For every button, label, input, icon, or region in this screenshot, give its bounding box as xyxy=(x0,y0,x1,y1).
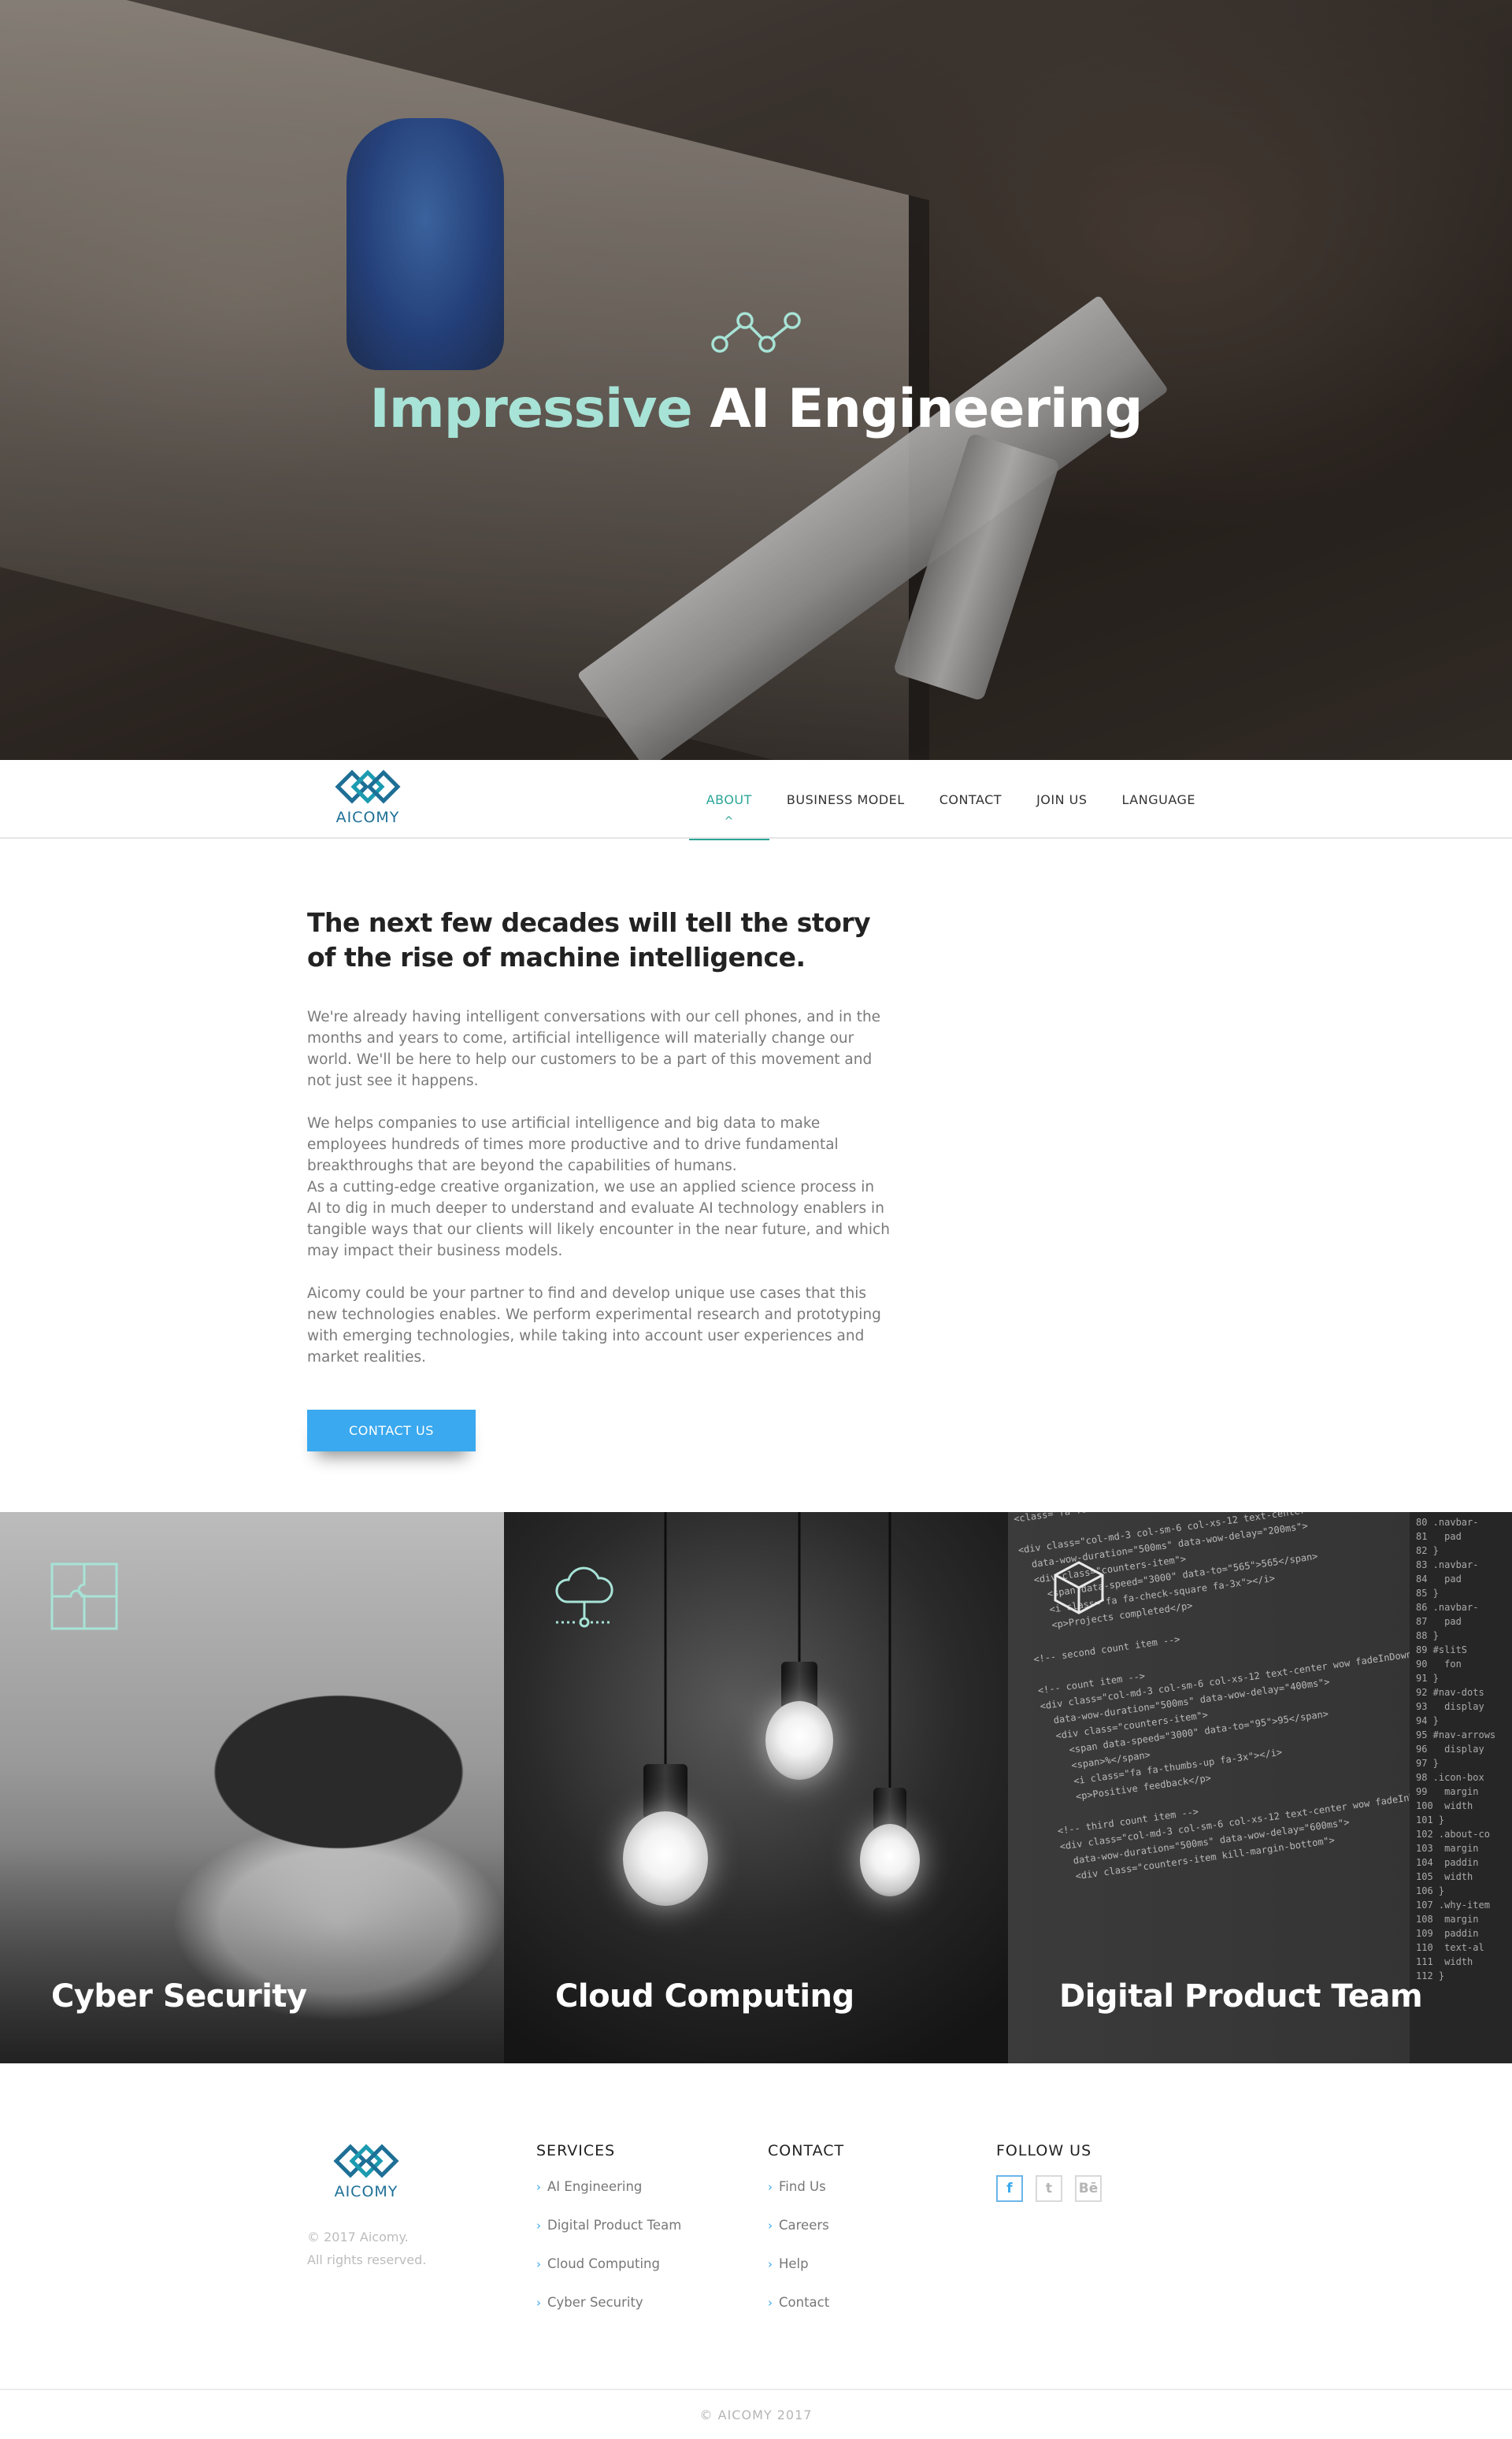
nav-item-label: CONTACT xyxy=(939,791,1002,807)
brand-logo[interactable]: AICOMY xyxy=(335,766,401,826)
footer-column-heading: SERVICES xyxy=(536,2142,616,2159)
footer-link-label: Cyber Security xyxy=(547,2295,643,2310)
footer-copyright: © 2017 Aicomy. All rights reserved. xyxy=(307,2226,426,2271)
behance-icon[interactable]: Bē xyxy=(1075,2175,1102,2202)
service-title: Digital Product Team xyxy=(1059,1978,1423,2015)
footer-link-label: Contact xyxy=(779,2295,830,2310)
facebook-icon[interactable]: f xyxy=(996,2175,1023,2202)
cube-icon xyxy=(1054,1561,1104,1614)
social-links: f t Bē xyxy=(996,2175,1102,2202)
footer-link-ai-engineering[interactable]: › AI Engineering xyxy=(536,2175,681,2214)
nav-item-label: JOIN US xyxy=(1036,791,1088,807)
about-heading: The next few decades will tell the story… xyxy=(307,907,871,973)
hero-title: Impressive AI Engineering xyxy=(0,378,1512,440)
brand-name: AICOMY xyxy=(334,2183,398,2200)
about-section: The next few decades will tell the story… xyxy=(307,906,890,1451)
footer-link-label: Help xyxy=(779,2256,809,2271)
brand-name: AICOMY xyxy=(335,809,400,826)
hero-title-accent: Impressive xyxy=(369,378,693,440)
footer-link-contact[interactable]: › Contact xyxy=(768,2291,844,2330)
logo-mark-icon xyxy=(335,769,401,804)
main-navigation: AICOMY ABOUT ^ BUSINESS MODEL CONTACT JO… xyxy=(0,760,1512,840)
contact-us-button[interactable]: CONTACT US xyxy=(307,1410,476,1451)
puzzle-icon xyxy=(50,1562,118,1630)
hero-banner: Impressive AI Engineering xyxy=(0,0,1512,760)
light-bulb xyxy=(858,1512,921,1937)
nav-item-business-model[interactable]: BUSINESS MODEL xyxy=(769,760,922,839)
site-footer: AICOMY © 2017 Aicomy. All rights reserve… xyxy=(0,2063,1512,2439)
nav-item-contact[interactable]: CONTACT xyxy=(922,760,1019,839)
nav-menu: ABOUT ^ BUSINESS MODEL CONTACT JOIN US L… xyxy=(688,760,1213,840)
nav-item-language[interactable]: LANGUAGE xyxy=(1105,760,1213,839)
footer-services-column: SERVICES › AI Engineering › Digital Produc… xyxy=(536,2142,681,2330)
chevron-right-icon: › xyxy=(768,2218,773,2233)
footer-column-heading: FOLLOW US xyxy=(996,2142,1092,2159)
light-bulb xyxy=(622,1512,709,1922)
copyright-line: All rights reserved. xyxy=(307,2252,427,2267)
about-paragraph: We helps companies to use artificial int… xyxy=(307,1115,839,1174)
footer-bottom-bar: © AICOMY 2017 xyxy=(0,2389,1512,2439)
chevron-right-icon: › xyxy=(768,2257,773,2271)
service-title: Cyber Security xyxy=(51,1978,307,2015)
nav-item-label: BUSINESS MODEL xyxy=(786,791,905,807)
about-paragraph: As a cutting-edge creative organization,… xyxy=(307,1179,890,1259)
service-tile-cloud-computing[interactable]: Cloud Computing xyxy=(504,1512,1008,2063)
footer-contact-column: CONTACT › Find Us › Careers › Help › Contact xyxy=(768,2142,844,2330)
nav-item-about[interactable]: ABOUT ^ xyxy=(688,760,770,840)
footer-link-label: Cloud Computing xyxy=(547,2256,660,2271)
chevron-right-icon: › xyxy=(536,2257,541,2271)
service-title: Cloud Computing xyxy=(555,1978,854,2015)
service-tile-digital-product-team[interactable]: <class="fa fa-heart-o"></i>Happy Clients… xyxy=(1008,1512,1512,2063)
network-nodes-icon xyxy=(711,312,801,353)
nav-item-label: LANGUAGE xyxy=(1121,791,1195,807)
nav-item-label: ABOUT xyxy=(706,791,752,807)
footer-link-digital-product-team[interactable]: › Digital Product Team xyxy=(536,2214,681,2252)
footer-follow-column: FOLLOW US f t Bē xyxy=(996,2142,1102,2202)
logo-mark-icon xyxy=(333,2144,399,2178)
chevron-right-icon: › xyxy=(536,2180,541,2194)
chevron-right-icon: › xyxy=(536,2218,541,2233)
about-paragraph: Aicomy could be your partner to find and… xyxy=(307,1285,881,1366)
footer-link-label: Find Us xyxy=(779,2179,826,2194)
footer-brand-logo[interactable]: AICOMY xyxy=(333,2141,399,2200)
footer-bottom-copyright: © AICOMY 2017 xyxy=(699,2407,813,2422)
footer-link-cyber-security[interactable]: › Cyber Security xyxy=(536,2291,681,2330)
service-tile-cyber-security[interactable]: Cyber Security xyxy=(0,1512,504,2063)
services-grid: Cyber Security Cloud Computing <div clas… xyxy=(0,1512,1512,2063)
copyright-line: © 2017 Aicomy. xyxy=(307,2230,409,2244)
footer-link-help[interactable]: › Help xyxy=(768,2252,844,2291)
about-paragraph: We're already having intelligent convers… xyxy=(307,1009,881,1089)
footer-link-cloud-computing[interactable]: › Cloud Computing xyxy=(536,2252,681,2291)
code-line-numbers: 80 .navbar- 81 pad 82 } 83 .navbar- 84 pad 85… xyxy=(1410,1512,1512,2063)
chevron-right-icon: › xyxy=(768,2180,773,2194)
chevron-right-icon: › xyxy=(536,2296,541,2310)
footer-link-careers[interactable]: › Careers xyxy=(768,2214,844,2252)
cloud-icon xyxy=(555,1566,613,1628)
footer-link-label: Careers xyxy=(779,2218,829,2233)
footer-link-find-us[interactable]: › Find Us xyxy=(768,2175,844,2214)
footer-column-heading: CONTACT xyxy=(768,2142,845,2159)
light-bulb xyxy=(764,1512,835,1827)
chevron-right-icon: › xyxy=(768,2296,773,2310)
hero-title-main: AI Engineering xyxy=(710,378,1143,440)
footer-link-label: AI Engineering xyxy=(547,2179,643,2194)
footer-link-label: Digital Product Team xyxy=(547,2218,682,2233)
caret-up-icon: ^ xyxy=(724,815,734,828)
nav-item-join-us[interactable]: JOIN US xyxy=(1019,760,1104,839)
twitter-icon[interactable]: t xyxy=(1036,2175,1062,2202)
